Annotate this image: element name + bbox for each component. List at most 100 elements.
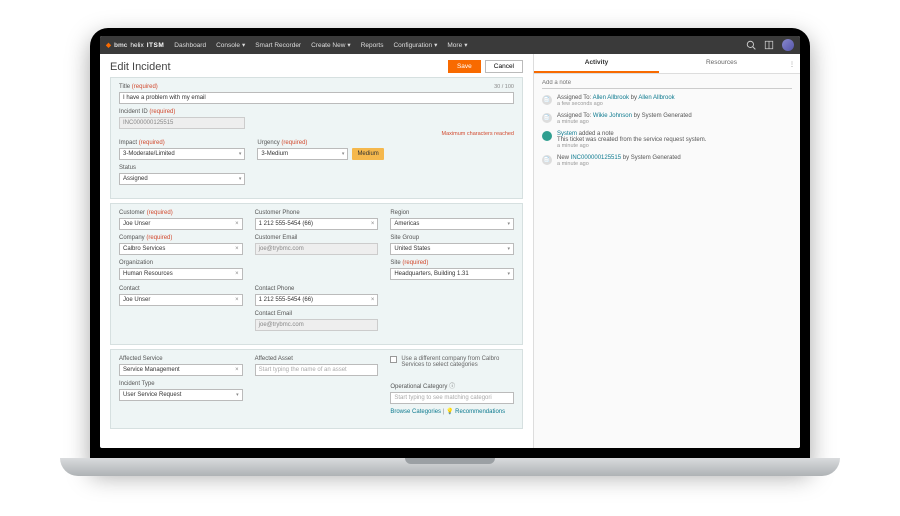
activity-list: 📄 Assigned To: Allen Allbrook by Allen A… <box>534 93 800 169</box>
title-counter: 30 / 100 <box>494 84 514 90</box>
panel-customer: Customer (required) Joe Unser× Customer … <box>110 203 523 345</box>
chevron-down-icon: ▾ <box>342 151 345 157</box>
site-group-label: Site Group <box>390 235 514 241</box>
nav-reports[interactable]: Reports <box>361 41 384 49</box>
activity-item: 📄 Assigned To: Wikie Johnson by System G… <box>542 113 792 125</box>
title-input[interactable]: I have a problem with my email <box>119 92 514 104</box>
max-chars-msg: Maximum characters reached <box>119 131 514 137</box>
activity-item: System added a note This ticket was crea… <box>542 131 792 149</box>
incident-id-input: INC000000125515 <box>119 117 245 129</box>
book-icon[interactable] <box>764 40 774 50</box>
tab-activity[interactable]: Activity <box>534 54 659 73</box>
status-select[interactable]: Assigned▾ <box>119 173 245 185</box>
use-diff-company-checkbox[interactable]: Use a different company from Calbro Serv… <box>390 356 514 368</box>
activity-user-link[interactable]: Wikie Johnson <box>593 113 632 119</box>
op-category-label: Operational Category <box>390 384 447 390</box>
chevron-down-icon: ▾ <box>508 246 511 252</box>
organization-input[interactable]: Human Resources× <box>119 268 243 280</box>
customer-email-input: joe@trybmc.com <box>255 243 379 255</box>
nav-dashboard[interactable]: Dashboard <box>174 41 206 49</box>
contact-phone-label: Contact Phone <box>255 286 379 292</box>
tab-resources[interactable]: Resources <box>659 54 784 73</box>
brand-helix: helix <box>130 42 143 49</box>
incident-id-label: Incident ID <box>119 109 148 115</box>
save-button[interactable]: Save <box>448 60 481 73</box>
right-tabs: Activity Resources ⋮ <box>534 54 800 74</box>
top-nav: ◆ bmc helix ITSM Dashboard Console▾ Smar… <box>100 36 800 54</box>
bmc-logo-icon: ◆ <box>106 41 111 49</box>
user-avatar[interactable] <box>782 39 794 51</box>
impact-select[interactable]: 3-Moderate/Limited▾ <box>119 148 245 160</box>
contact-input[interactable]: Joe Unser× <box>119 294 243 306</box>
clear-icon[interactable]: × <box>371 297 375 303</box>
clear-icon[interactable]: × <box>235 221 239 227</box>
brand-bmc: bmc <box>114 42 127 49</box>
nav-smart-recorder[interactable]: Smart Recorder <box>255 41 301 49</box>
brand-product: ITSM <box>147 42 165 49</box>
bulb-icon: 💡 <box>446 409 453 415</box>
priority-badge: Medium <box>352 148 383 160</box>
contact-email-label: Contact Email <box>255 311 379 317</box>
cancel-button[interactable]: Cancel <box>485 60 523 73</box>
note-icon: 📄 <box>542 155 552 165</box>
browse-categories-link[interactable]: Browse Categories <box>390 409 441 415</box>
status-label: Status <box>119 165 245 171</box>
urgency-label: Urgency <box>257 140 279 146</box>
contact-phone-input[interactable]: 1 212 555-5454 (66)× <box>255 294 379 306</box>
nav-console[interactable]: Console▾ <box>216 41 245 49</box>
contact-email-input: joe@trybmc.com <box>255 319 379 331</box>
customer-input[interactable]: Joe Unser× <box>119 218 243 230</box>
search-icon[interactable] <box>746 40 756 50</box>
affected-asset-input[interactable]: Start typing the name of an asset <box>255 364 379 376</box>
page-title: Edit Incident <box>110 61 448 73</box>
system-user-icon <box>542 131 552 141</box>
chevron-down-icon: ▾ <box>239 176 242 182</box>
chevron-down-icon: ▾ <box>508 271 511 277</box>
nav-items: Dashboard Console▾ Smart Recorder Create… <box>174 41 746 49</box>
incident-type-label: Incident Type <box>119 381 243 387</box>
clear-icon[interactable]: × <box>235 246 239 252</box>
chevron-down-icon: ▾ <box>239 151 242 157</box>
nav-more[interactable]: More▾ <box>447 41 467 49</box>
affected-service-input[interactable]: Service Management× <box>119 364 243 376</box>
activity-item: 📄 New INC000000125515 by System Generate… <box>542 155 792 167</box>
clear-icon[interactable]: × <box>235 271 239 277</box>
organization-label: Organization <box>119 260 243 266</box>
clear-icon[interactable]: × <box>371 221 375 227</box>
chevron-down-icon: ▾ <box>464 41 467 49</box>
site-select[interactable]: Headquarters, Building 1.31▾ <box>390 268 514 280</box>
nav-create-new[interactable]: Create New▾ <box>311 41 351 49</box>
clear-icon[interactable]: × <box>235 297 239 303</box>
region-select[interactable]: Americas▾ <box>390 218 514 230</box>
kebab-menu-icon[interactable]: ⋮ <box>784 54 800 73</box>
chevron-down-icon: ▾ <box>236 392 239 398</box>
title-label: Title <box>119 84 130 90</box>
chevron-down-icon: ▾ <box>434 41 437 49</box>
affected-asset-label: Affected Asset <box>255 356 379 362</box>
brand-logo: ◆ bmc helix ITSM <box>106 41 164 49</box>
recommendations-link[interactable]: Recommendations <box>455 409 505 415</box>
add-note-input[interactable] <box>542 78 792 89</box>
impact-label: Impact <box>119 140 137 146</box>
op-category-input[interactable]: Start typing to see matching categori <box>390 392 514 404</box>
info-icon[interactable]: ⓘ <box>449 384 455 390</box>
customer-phone-input[interactable]: 1 212 555-5454 (66)× <box>255 218 379 230</box>
checkbox-icon[interactable] <box>390 356 397 363</box>
urgency-select[interactable]: 3-Medium▾ <box>257 148 348 160</box>
chevron-down-icon: ▾ <box>508 221 511 227</box>
activity-user-link[interactable]: Allen Allbrook <box>638 95 674 101</box>
company-input[interactable]: Calbro Services× <box>119 243 243 255</box>
contact-label: Contact <box>119 286 243 292</box>
chevron-down-icon: ▾ <box>347 41 350 49</box>
customer-label: Customer <box>119 210 145 216</box>
note-icon: 📄 <box>542 95 552 105</box>
incident-type-select[interactable]: User Service Request▾ <box>119 389 243 401</box>
note-icon: 📄 <box>542 113 552 123</box>
nav-configuration[interactable]: Configuration▾ <box>393 41 437 49</box>
customer-email-label: Customer Email <box>255 235 379 241</box>
clear-icon[interactable]: × <box>235 367 239 373</box>
site-group-select[interactable]: United States▾ <box>390 243 514 255</box>
affected-service-label: Affected Service <box>119 356 243 362</box>
panel-identity: Title (required) 30 / 100 I have a probl… <box>110 77 523 199</box>
panel-categorization: Affected Service Service Management× Aff… <box>110 349 523 429</box>
